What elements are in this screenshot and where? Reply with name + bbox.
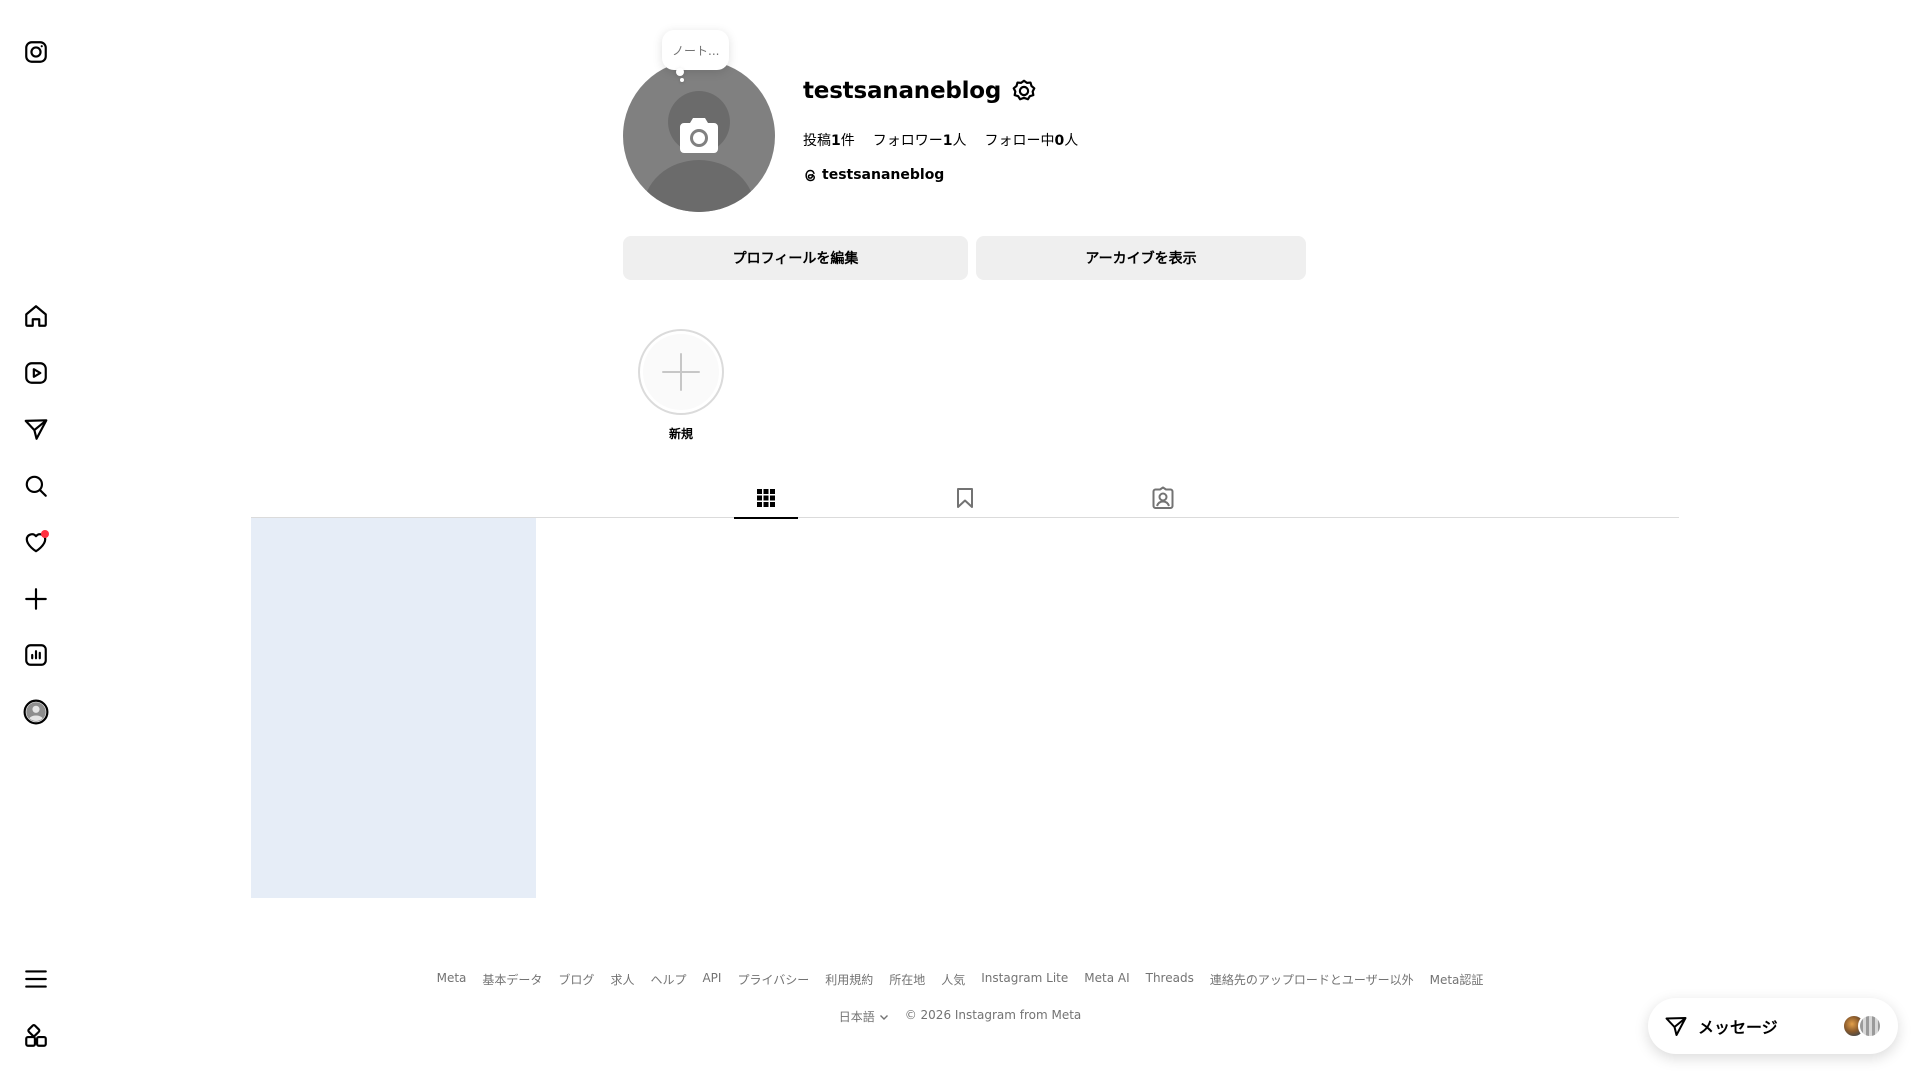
contact-avatar: [1858, 1014, 1882, 1038]
note-placeholder: ノート...: [672, 43, 720, 58]
note-bubble-tail-small: [680, 78, 684, 82]
reels-icon[interactable]: [20, 357, 52, 389]
copyright: © 2026 Instagram from Meta: [904, 1008, 1082, 1022]
tab-saved[interactable]: [933, 478, 997, 518]
profile-stats: 投稿1件 フォロワー1人 フォロー中0人: [803, 130, 1078, 150]
post-thumbnail[interactable]: [251, 518, 536, 898]
profile-avatar-icon[interactable]: [20, 696, 52, 728]
notifications-heart-icon[interactable]: [20, 526, 52, 558]
footer-link-threads[interactable]: Threads: [1146, 971, 1194, 988]
new-highlight-label: 新規: [668, 427, 693, 441]
followers-stat[interactable]: フォロワー1人: [873, 130, 967, 150]
messages-icon[interactable]: [20, 413, 52, 445]
footer-link-meta[interactable]: Meta: [437, 971, 467, 988]
messages-label: メッセージ: [1698, 1018, 1778, 1037]
note-bubble-tail: [676, 68, 684, 76]
grid-icon: [757, 489, 775, 507]
footer-link-instagram-lite[interactable]: Instagram Lite: [981, 971, 1068, 988]
footer-link-locations[interactable]: 所在地: [889, 971, 925, 988]
home-icon[interactable]: [20, 300, 52, 332]
threads-icon: [805, 169, 816, 181]
footer-link-about[interactable]: 基本データ: [482, 971, 542, 988]
messages-icon: [1665, 1017, 1687, 1036]
footer-link-terms[interactable]: 利用規約: [825, 971, 873, 988]
tab-tagged[interactable]: [1131, 478, 1195, 518]
footer-link-popular[interactable]: 人気: [941, 971, 965, 988]
footer-links: Meta 基本データ ブログ 求人 ヘルプ API プライバシー 利用規約 所在…: [0, 971, 1920, 988]
footer-link-privacy[interactable]: プライバシー: [737, 971, 809, 988]
dashboard-icon[interactable]: [20, 639, 52, 671]
language-selector[interactable]: 日本語: [839, 1008, 889, 1025]
footer-link-meta-verified[interactable]: Meta認証: [1430, 971, 1484, 988]
bookmark-icon: [957, 488, 973, 508]
message-avatars: [1842, 1014, 1882, 1038]
threads-handle: testsananeblog: [822, 167, 945, 183]
footer-link-help[interactable]: ヘルプ: [650, 971, 686, 988]
note-bubble[interactable]: ノート...: [662, 30, 730, 70]
threads-link[interactable]: testsananeblog: [803, 167, 944, 183]
footer-link-jobs[interactable]: 求人: [610, 971, 634, 988]
create-plus-icon[interactable]: [20, 583, 52, 615]
footer-link-meta-ai[interactable]: Meta AI: [1084, 971, 1129, 988]
tab-posts[interactable]: [734, 478, 798, 519]
new-highlight-button[interactable]: 新規: [638, 329, 724, 442]
language-label: 日本語: [838, 1010, 875, 1024]
messages-button[interactable]: メッセージ: [1648, 998, 1898, 1054]
following-stat[interactable]: フォロー中0人: [985, 130, 1079, 150]
settings-gear-icon[interactable]: [1011, 78, 1037, 104]
search-icon[interactable]: [20, 470, 52, 502]
notification-badge: [41, 530, 49, 538]
posts-count-stat: 投稿1件: [803, 133, 855, 149]
tagged-user-icon: [1152, 486, 1174, 509]
profile-username: testsananeblog: [803, 78, 1002, 104]
footer-link-blog[interactable]: ブログ: [558, 971, 594, 988]
profile-avatar[interactable]: [623, 60, 775, 212]
chevron-down-icon: [879, 1014, 888, 1020]
footer-link-contact-uploading[interactable]: 連絡先のアップロードとユーザー以外: [1210, 971, 1414, 988]
edit-profile-button[interactable]: プロフィールを編集: [623, 236, 968, 280]
instagram-logo-icon[interactable]: [20, 36, 52, 68]
footer-link-api[interactable]: API: [702, 971, 721, 988]
view-archive-button[interactable]: アーカイブを表示: [976, 236, 1306, 280]
plus-icon: [662, 353, 700, 391]
camera-icon: [680, 118, 718, 153]
